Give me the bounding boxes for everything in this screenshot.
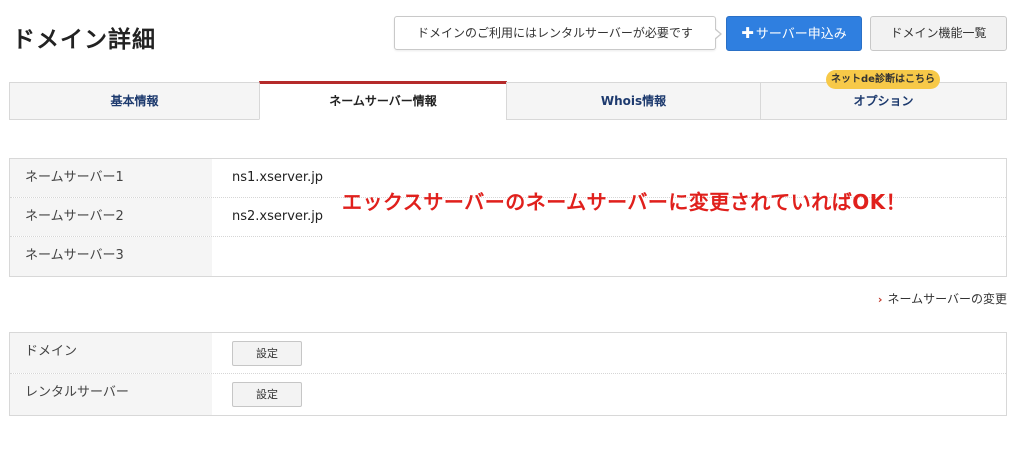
- ok-annotation: エックスサーバーのネームサーバーに変更されていればOK！: [342, 190, 907, 214]
- tab-whois-info[interactable]: Whois情報: [506, 82, 761, 120]
- domain-settings-table: ドメイン 設定 レンタルサーバー 設定: [9, 332, 1007, 416]
- page-title: ドメイン詳細: [12, 27, 156, 53]
- nameserver-change-label: ネームサーバーの変更: [887, 292, 1007, 306]
- domain-features-button[interactable]: ドメイン機能一覧: [870, 16, 1007, 51]
- chevron-right-icon: ›: [877, 293, 883, 306]
- tab-basic-info[interactable]: 基本情報: [9, 82, 260, 120]
- domain-label: ドメイン: [10, 333, 212, 373]
- table-row: ドメイン 設定: [10, 333, 1006, 374]
- tab-nameserver-info[interactable]: ネームサーバー情報: [259, 81, 507, 120]
- table-row: レンタルサーバー 設定: [10, 374, 1006, 415]
- domain-settings-button[interactable]: 設定: [232, 341, 302, 366]
- option-badge[interactable]: ネットde診断はこちら: [826, 70, 940, 89]
- plus-icon: ✚: [741, 24, 754, 42]
- nameserver-change-link[interactable]: › ネームサーバーの変更: [878, 290, 1007, 307]
- rental-server-label: レンタルサーバー: [10, 374, 212, 415]
- nameserver-table: ネームサーバー1 ns1.xserver.jp ネームサーバー2 ns2.xse…: [9, 158, 1007, 277]
- server-apply-label: サーバー申込み: [755, 27, 847, 42]
- nameserver-1-value: ns1.xserver.jp: [232, 170, 324, 185]
- rental-server-settings-button[interactable]: 設定: [232, 382, 302, 407]
- server-apply-button[interactable]: ✚ サーバー申込み: [726, 16, 862, 51]
- nameserver-2-label: ネームサーバー2: [10, 198, 212, 236]
- nameserver-2-value: ns2.xserver.jp: [232, 209, 324, 224]
- nameserver-3-label: ネームサーバー3: [10, 237, 212, 276]
- nameserver-1-label: ネームサーバー1: [10, 159, 212, 197]
- rental-server-notice: ドメインのご利用にはレンタルサーバーが必要です: [394, 16, 722, 50]
- table-row: ネームサーバー3: [10, 237, 1006, 276]
